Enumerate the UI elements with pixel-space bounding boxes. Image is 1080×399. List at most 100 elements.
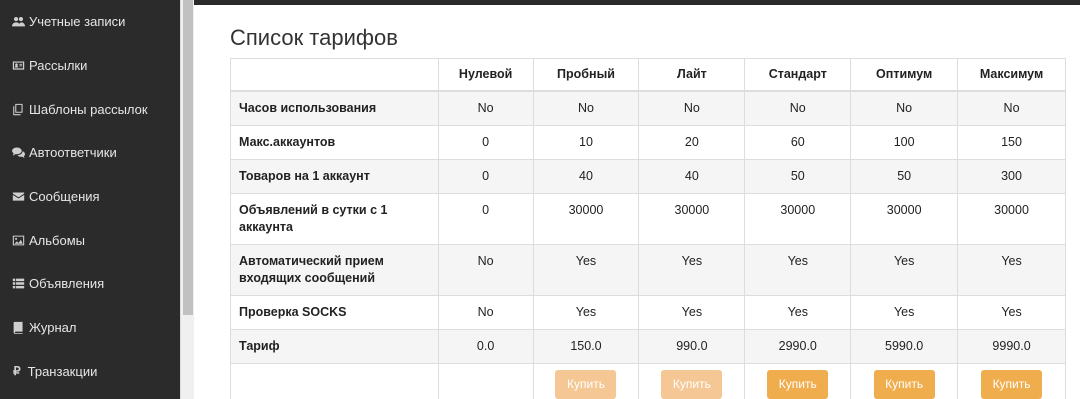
sidebar: Учетные записи Рассылки Шаблоны рассылок…	[0, 0, 180, 399]
table-cell: 50	[850, 158, 959, 194]
table-cell: No	[744, 90, 852, 126]
sidebar-item-ads[interactable]: Объявления	[0, 262, 180, 306]
tariffs-table: Нулевой Пробный Лайт Стандарт Оптимум Ма…	[230, 58, 1066, 399]
page-title: Список тарифов	[230, 25, 398, 50]
buy-row: Купить Купить Купить Купить Купить	[230, 362, 1066, 399]
table-cell: Yes	[744, 243, 852, 296]
image-icon	[11, 233, 25, 247]
table-cell: No	[957, 90, 1066, 126]
copy-icon	[11, 102, 25, 116]
table-row: Тариф 0.0 150.0 990.0 2990.0 5990.0 9990…	[230, 328, 1066, 364]
table-cell: 20	[638, 124, 746, 160]
sidebar-item-journal[interactable]: Журнал	[0, 306, 180, 350]
sidebar-item-autoresponders[interactable]: Автоответчики	[0, 131, 180, 175]
sidebar-item-accounts[interactable]: Учетные записи	[0, 0, 180, 44]
table-cell: Купить	[850, 362, 959, 399]
table-cell: 150.0	[532, 328, 640, 364]
sidebar-item-label: Рассылки	[29, 58, 88, 74]
sidebar-item-label: Автоответчики	[29, 145, 117, 161]
column-header: Нулевой	[437, 58, 534, 92]
table-cell: 100	[850, 124, 959, 160]
table-cell: 990.0	[638, 328, 746, 364]
scrollbar-thumb[interactable]	[183, 0, 193, 315]
table-cell: 10	[532, 124, 640, 160]
book-icon	[11, 321, 25, 335]
table-cell: 40	[638, 158, 746, 194]
table-cell: Yes	[957, 294, 1066, 330]
row-label: Объявлений в сутки с 1 аккаунта	[230, 192, 439, 245]
row-label: Макс.аккаунтов	[230, 124, 439, 160]
buy-button-lite[interactable]: Купить	[661, 370, 723, 399]
table-cell: Yes	[850, 243, 959, 296]
sidebar-item-albums[interactable]: Альбомы	[0, 218, 180, 262]
ruble-icon: ₽	[13, 364, 21, 379]
table-cell: 9990.0	[957, 328, 1066, 364]
table-cell: 30000	[744, 192, 852, 245]
list-icon	[11, 277, 25, 291]
table-row: Проверка SOCKS No Yes Yes Yes Yes Yes	[230, 294, 1066, 330]
sidebar-item-label: Транзакции	[27, 363, 98, 379]
table-cell: Yes	[532, 243, 640, 296]
table-cell: Купить	[957, 362, 1066, 399]
table-cell: 0	[437, 124, 534, 160]
envelope-icon	[11, 190, 25, 204]
table-cell: Yes	[532, 294, 640, 330]
table-cell: Yes	[638, 243, 746, 296]
sidebar-item-label: Объявления	[29, 276, 105, 292]
sidebar-scrollbar[interactable]	[180, 0, 194, 399]
table-cell: 30000	[532, 192, 640, 245]
table-cell: 30000	[850, 192, 959, 245]
buy-button-standard[interactable]: Купить	[767, 370, 829, 399]
table-cell: 5990.0	[850, 328, 959, 364]
sidebar-item-transactions[interactable]: ₽ Транзакции	[0, 350, 180, 394]
row-label: Проверка SOCKS	[230, 294, 439, 330]
users-icon	[11, 15, 25, 29]
table-row: Часов использования No No No No No No	[230, 90, 1066, 126]
table-cell: 60	[744, 124, 852, 160]
table-cell: 300	[957, 158, 1066, 194]
table-cell: No	[437, 90, 534, 126]
sidebar-item-label: Учетные записи	[29, 14, 126, 30]
table-cell: Yes	[850, 294, 959, 330]
sidebar-item-label: Журнал	[29, 320, 77, 336]
sidebar-item-mailing-templates[interactable]: Шаблоны рассылок	[0, 87, 180, 131]
table-cell: Купить	[532, 362, 640, 399]
table-row: Автоматический прием входящих сообщений …	[230, 243, 1066, 296]
table-cell: 150	[957, 124, 1066, 160]
column-header: Пробный	[532, 58, 640, 92]
table-cell: 0	[437, 192, 534, 245]
sidebar-item-mailings[interactable]: Рассылки	[0, 44, 180, 88]
sidebar-item-messages[interactable]: Сообщения	[0, 175, 180, 219]
column-header: Стандарт	[744, 58, 852, 92]
sidebar-item-label: Сообщения	[29, 189, 100, 205]
table-cell: No	[532, 90, 640, 126]
table-cell: 30000	[957, 192, 1066, 245]
column-header: Лайт	[638, 58, 746, 92]
table-cell: 2990.0	[744, 328, 852, 364]
table-cell: Купить	[744, 362, 852, 399]
table-cell: No	[638, 90, 746, 126]
table-row: Объявлений в сутки с 1 аккаунта 0 30000 …	[230, 192, 1066, 245]
column-header: Максимум	[957, 58, 1066, 92]
table-row: Товаров на 1 аккаунт 0 40 40 50 50 300	[230, 158, 1066, 194]
table-cell: 0	[437, 158, 534, 194]
column-header: Оптимум	[850, 58, 959, 92]
buy-button-trial[interactable]: Купить	[555, 370, 617, 399]
row-label: Часов использования	[230, 90, 439, 126]
id-card-icon	[11, 59, 25, 73]
buy-button-maximum[interactable]: Купить	[981, 370, 1043, 399]
table-header-row: Нулевой Пробный Лайт Стандарт Оптимум Ма…	[230, 58, 1066, 92]
sidebar-item-label: Шаблоны рассылок	[29, 101, 148, 117]
row-label: Тариф	[230, 328, 439, 364]
row-label: Автоматический прием входящих сообщений	[230, 243, 439, 296]
table-cell: 0.0	[437, 328, 534, 364]
comments-icon	[11, 146, 25, 160]
table-cell	[230, 362, 439, 399]
main-content: Список тарифов Нулевой Пробный Лайт Стан…	[194, 5, 1080, 399]
buy-button-optimum[interactable]: Купить	[873, 370, 935, 399]
table-cell: No	[437, 294, 534, 330]
table-cell: 40	[532, 158, 640, 194]
table-cell: Yes	[957, 243, 1066, 296]
row-label: Товаров на 1 аккаунт	[230, 158, 439, 194]
sidebar-item-label: Альбомы	[29, 232, 85, 248]
